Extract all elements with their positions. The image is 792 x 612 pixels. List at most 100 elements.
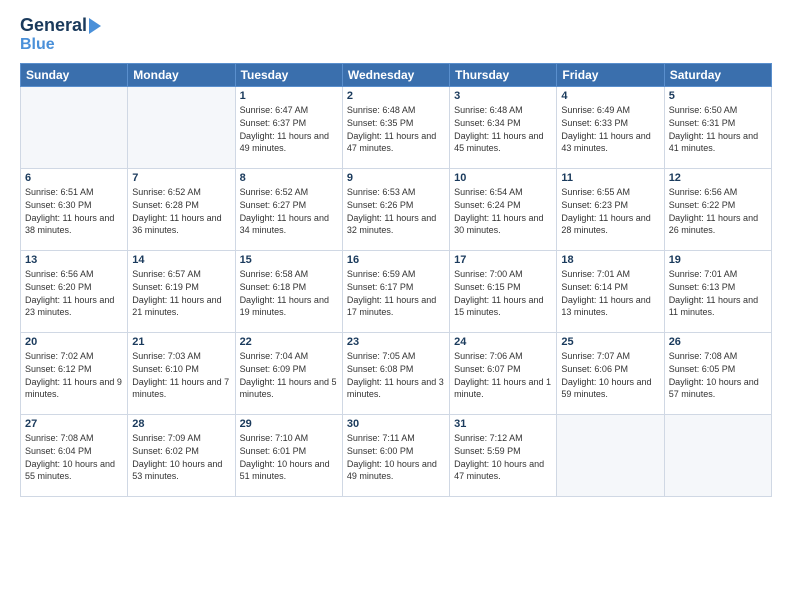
calendar-cell — [664, 415, 771, 497]
day-info: Sunrise: 6:56 AMSunset: 6:20 PMDaylight:… — [25, 268, 123, 318]
day-number: 17 — [454, 254, 552, 266]
day-info: Sunrise: 7:03 AMSunset: 6:10 PMDaylight:… — [132, 350, 230, 400]
day-number: 8 — [240, 172, 338, 184]
weekday-sunday: Sunday — [21, 64, 128, 87]
day-number: 7 — [132, 172, 230, 184]
week-row-2: 6 Sunrise: 6:51 AMSunset: 6:30 PMDayligh… — [21, 169, 772, 251]
calendar-cell: 16 Sunrise: 6:59 AMSunset: 6:17 PMDaylig… — [342, 251, 449, 333]
day-number: 1 — [240, 90, 338, 102]
header: General Blue — [20, 16, 772, 53]
day-info: Sunrise: 6:55 AMSunset: 6:23 PMDaylight:… — [561, 186, 659, 236]
calendar-cell: 3 Sunrise: 6:48 AMSunset: 6:34 PMDayligh… — [450, 87, 557, 169]
day-info: Sunrise: 7:12 AMSunset: 5:59 PMDaylight:… — [454, 432, 552, 482]
day-number: 26 — [669, 336, 767, 348]
weekday-header-row: SundayMondayTuesdayWednesdayThursdayFrid… — [21, 64, 772, 87]
day-number: 23 — [347, 336, 445, 348]
day-number: 22 — [240, 336, 338, 348]
day-info: Sunrise: 7:10 AMSunset: 6:01 PMDaylight:… — [240, 432, 338, 482]
calendar-cell: 22 Sunrise: 7:04 AMSunset: 6:09 PMDaylig… — [235, 333, 342, 415]
calendar-cell: 5 Sunrise: 6:50 AMSunset: 6:31 PMDayligh… — [664, 87, 771, 169]
calendar-cell: 21 Sunrise: 7:03 AMSunset: 6:10 PMDaylig… — [128, 333, 235, 415]
calendar-cell: 6 Sunrise: 6:51 AMSunset: 6:30 PMDayligh… — [21, 169, 128, 251]
day-number: 19 — [669, 254, 767, 266]
day-info: Sunrise: 7:09 AMSunset: 6:02 PMDaylight:… — [132, 432, 230, 482]
calendar-cell — [21, 87, 128, 169]
day-info: Sunrise: 6:50 AMSunset: 6:31 PMDaylight:… — [669, 104, 767, 154]
calendar-cell: 9 Sunrise: 6:53 AMSunset: 6:26 PMDayligh… — [342, 169, 449, 251]
day-number: 18 — [561, 254, 659, 266]
day-number: 14 — [132, 254, 230, 266]
day-number: 29 — [240, 418, 338, 430]
day-number: 13 — [25, 254, 123, 266]
day-info: Sunrise: 6:53 AMSunset: 6:26 PMDaylight:… — [347, 186, 445, 236]
calendar-cell: 18 Sunrise: 7:01 AMSunset: 6:14 PMDaylig… — [557, 251, 664, 333]
day-number: 10 — [454, 172, 552, 184]
logo-arrow-icon — [89, 18, 101, 34]
day-info: Sunrise: 7:02 AMSunset: 6:12 PMDaylight:… — [25, 350, 123, 400]
calendar-cell: 17 Sunrise: 7:00 AMSunset: 6:15 PMDaylig… — [450, 251, 557, 333]
day-info: Sunrise: 7:06 AMSunset: 6:07 PMDaylight:… — [454, 350, 552, 400]
calendar-cell: 27 Sunrise: 7:08 AMSunset: 6:04 PMDaylig… — [21, 415, 128, 497]
calendar-cell: 26 Sunrise: 7:08 AMSunset: 6:05 PMDaylig… — [664, 333, 771, 415]
calendar-cell: 10 Sunrise: 6:54 AMSunset: 6:24 PMDaylig… — [450, 169, 557, 251]
day-info: Sunrise: 6:56 AMSunset: 6:22 PMDaylight:… — [669, 186, 767, 236]
page: General Blue SundayMondayTuesdayWednesda… — [0, 0, 792, 612]
week-row-5: 27 Sunrise: 7:08 AMSunset: 6:04 PMDaylig… — [21, 415, 772, 497]
day-number: 16 — [347, 254, 445, 266]
calendar-cell: 1 Sunrise: 6:47 AMSunset: 6:37 PMDayligh… — [235, 87, 342, 169]
calendar-cell: 24 Sunrise: 7:06 AMSunset: 6:07 PMDaylig… — [450, 333, 557, 415]
day-number: 5 — [669, 90, 767, 102]
day-info: Sunrise: 6:58 AMSunset: 6:18 PMDaylight:… — [240, 268, 338, 318]
week-row-4: 20 Sunrise: 7:02 AMSunset: 6:12 PMDaylig… — [21, 333, 772, 415]
calendar-cell: 11 Sunrise: 6:55 AMSunset: 6:23 PMDaylig… — [557, 169, 664, 251]
calendar-cell: 12 Sunrise: 6:56 AMSunset: 6:22 PMDaylig… — [664, 169, 771, 251]
day-number: 2 — [347, 90, 445, 102]
calendar-cell: 7 Sunrise: 6:52 AMSunset: 6:28 PMDayligh… — [128, 169, 235, 251]
weekday-saturday: Saturday — [664, 64, 771, 87]
day-number: 24 — [454, 336, 552, 348]
day-info: Sunrise: 6:48 AMSunset: 6:35 PMDaylight:… — [347, 104, 445, 154]
day-info: Sunrise: 7:01 AMSunset: 6:13 PMDaylight:… — [669, 268, 767, 318]
weekday-thursday: Thursday — [450, 64, 557, 87]
day-number: 21 — [132, 336, 230, 348]
day-info: Sunrise: 7:04 AMSunset: 6:09 PMDaylight:… — [240, 350, 338, 400]
calendar-cell: 8 Sunrise: 6:52 AMSunset: 6:27 PMDayligh… — [235, 169, 342, 251]
day-info: Sunrise: 6:54 AMSunset: 6:24 PMDaylight:… — [454, 186, 552, 236]
week-row-1: 1 Sunrise: 6:47 AMSunset: 6:37 PMDayligh… — [21, 87, 772, 169]
day-info: Sunrise: 6:49 AMSunset: 6:33 PMDaylight:… — [561, 104, 659, 154]
day-number: 31 — [454, 418, 552, 430]
calendar-cell: 2 Sunrise: 6:48 AMSunset: 6:35 PMDayligh… — [342, 87, 449, 169]
calendar-cell: 4 Sunrise: 6:49 AMSunset: 6:33 PMDayligh… — [557, 87, 664, 169]
day-number: 28 — [132, 418, 230, 430]
day-number: 30 — [347, 418, 445, 430]
day-info: Sunrise: 7:01 AMSunset: 6:14 PMDaylight:… — [561, 268, 659, 318]
calendar-cell: 30 Sunrise: 7:11 AMSunset: 6:00 PMDaylig… — [342, 415, 449, 497]
calendar-cell — [557, 415, 664, 497]
day-number: 6 — [25, 172, 123, 184]
logo-text: General — [20, 16, 101, 36]
weekday-wednesday: Wednesday — [342, 64, 449, 87]
day-number: 20 — [25, 336, 123, 348]
calendar-cell: 13 Sunrise: 6:56 AMSunset: 6:20 PMDaylig… — [21, 251, 128, 333]
weekday-monday: Monday — [128, 64, 235, 87]
day-info: Sunrise: 7:07 AMSunset: 6:06 PMDaylight:… — [561, 350, 659, 400]
day-info: Sunrise: 6:57 AMSunset: 6:19 PMDaylight:… — [132, 268, 230, 318]
calendar-cell: 28 Sunrise: 7:09 AMSunset: 6:02 PMDaylig… — [128, 415, 235, 497]
day-info: Sunrise: 7:08 AMSunset: 6:04 PMDaylight:… — [25, 432, 123, 482]
day-info: Sunrise: 6:52 AMSunset: 6:27 PMDaylight:… — [240, 186, 338, 236]
logo-blue: Blue — [20, 36, 55, 54]
calendar-cell: 31 Sunrise: 7:12 AMSunset: 5:59 PMDaylig… — [450, 415, 557, 497]
calendar-cell: 20 Sunrise: 7:02 AMSunset: 6:12 PMDaylig… — [21, 333, 128, 415]
day-number: 4 — [561, 90, 659, 102]
day-info: Sunrise: 6:52 AMSunset: 6:28 PMDaylight:… — [132, 186, 230, 236]
day-number: 27 — [25, 418, 123, 430]
day-info: Sunrise: 6:47 AMSunset: 6:37 PMDaylight:… — [240, 104, 338, 154]
day-info: Sunrise: 6:59 AMSunset: 6:17 PMDaylight:… — [347, 268, 445, 318]
day-number: 15 — [240, 254, 338, 266]
calendar-cell: 23 Sunrise: 7:05 AMSunset: 6:08 PMDaylig… — [342, 333, 449, 415]
calendar-cell: 29 Sunrise: 7:10 AMSunset: 6:01 PMDaylig… — [235, 415, 342, 497]
day-number: 9 — [347, 172, 445, 184]
calendar-cell — [128, 87, 235, 169]
day-info: Sunrise: 6:48 AMSunset: 6:34 PMDaylight:… — [454, 104, 552, 154]
calendar-cell: 14 Sunrise: 6:57 AMSunset: 6:19 PMDaylig… — [128, 251, 235, 333]
